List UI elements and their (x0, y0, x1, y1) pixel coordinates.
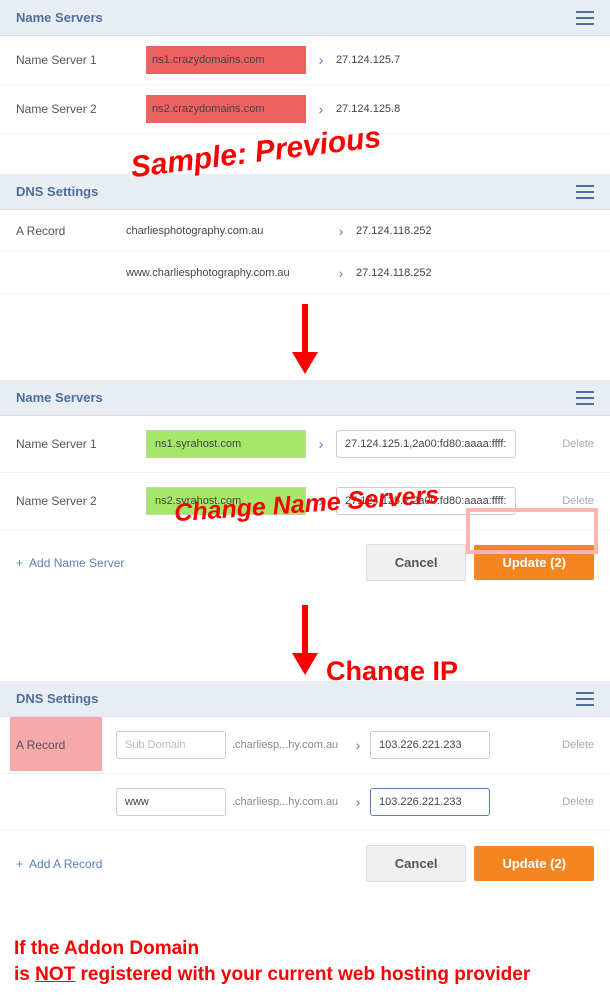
ip-value: 27.124.118.252 (356, 267, 432, 279)
row-label: Name Server 1 (16, 53, 146, 67)
chevron-right-icon[interactable]: › (346, 794, 370, 810)
footer-line1: If the Addon Domain (14, 938, 199, 959)
add-link-label: Add A Record (29, 857, 102, 871)
delete-link[interactable]: Delete (562, 739, 594, 751)
update-button[interactable]: Update (2) (474, 846, 594, 881)
menu-icon[interactable] (576, 11, 594, 25)
row-label: A Record (16, 738, 116, 752)
cancel-button[interactable]: Cancel (366, 544, 467, 581)
nameserver-ip-input[interactable] (336, 430, 516, 458)
row-label: Name Server 2 (16, 102, 146, 116)
nameserver-row: Name Server 2 ns2.crazydomains.com › 27.… (0, 85, 610, 134)
add-arecord-link[interactable]: + Add A Record (16, 857, 102, 871)
delete-link[interactable]: Delete (562, 438, 594, 450)
add-nameserver-link[interactable]: + Add Name Server (16, 556, 124, 570)
dns-row: www.charliesphotography.com.au › 27.124.… (0, 252, 610, 294)
ip-input[interactable] (370, 731, 490, 759)
dns-row: A Record .charliesp...hy.com.au › Delete (0, 717, 610, 774)
footer-line2a: is (14, 964, 35, 985)
row-label: Name Server 1 (16, 437, 146, 451)
arrow-down-icon (0, 595, 610, 681)
plus-icon: + (16, 556, 23, 570)
dns-panel-previous: DNS Settings A Record charliesphotograph… (0, 174, 610, 294)
dns-hostname: www.charliesphotography.com.au (126, 267, 326, 279)
nameservers-panel-edit: Name Servers Name Server 1 › Delete Name… (0, 380, 610, 595)
chevron-right-icon[interactable]: › (306, 101, 336, 117)
nameserver-row: Name Server 1 ns1.crazydomains.com › 27.… (0, 36, 610, 85)
chevron-right-icon[interactable]: › (306, 52, 336, 68)
panel-title: DNS Settings (16, 184, 98, 199)
nameserver-input[interactable] (146, 487, 306, 515)
ip-value: 27.124.118.252 (356, 225, 432, 237)
nameserver-row: Name Server 1 › Delete (0, 416, 610, 473)
footer-not: NOT (35, 964, 75, 985)
delete-link[interactable]: Delete (562, 796, 594, 808)
ip-input-wrap (336, 430, 516, 458)
domain-suffix: .charliesp...hy.com.au (226, 739, 346, 751)
panel-header: Name Servers (0, 380, 610, 416)
ip-input-wrap (370, 788, 490, 816)
update-button[interactable]: Update (2) (474, 545, 594, 580)
subdomain-input[interactable] (116, 731, 226, 759)
nameserver-input[interactable] (146, 430, 306, 458)
nameserver-input-wrap (146, 430, 306, 458)
panel-title: DNS Settings (16, 691, 98, 706)
dns-panel-edit: DNS Settings A Record .charliesp...hy.co… (0, 681, 610, 896)
panel-header: DNS Settings (0, 174, 610, 210)
actions-row: + Add Name Server Cancel Update (2) (0, 530, 610, 595)
chevron-right-icon[interactable]: › (326, 265, 356, 281)
footer-line2c: registered with your current web hosting… (75, 964, 530, 985)
chevron-right-icon[interactable]: › (306, 493, 336, 509)
dns-hostname: charliesphotography.com.au (126, 225, 326, 237)
nameserver-value: ns1.crazydomains.com (146, 46, 306, 74)
plus-icon: + (16, 857, 23, 871)
nameserver-row: Name Server 2 › Delete (0, 473, 610, 530)
arrow-down-icon (0, 294, 610, 380)
ip-value: 27.124.125.8 (336, 103, 400, 115)
ip-input-wrap (336, 487, 516, 515)
nameserver-value: ns2.crazydomains.com (146, 95, 306, 123)
add-link-label: Add Name Server (29, 556, 124, 570)
chevron-right-icon[interactable]: › (306, 436, 336, 452)
subdomain-input-wrap (116, 731, 226, 759)
ip-value: 27.124.125.7 (336, 54, 400, 66)
domain-suffix: .charliesp...hy.com.au (226, 796, 346, 808)
nameserver-ip-input[interactable] (336, 487, 516, 515)
panel-header: Name Servers (0, 0, 610, 36)
panel-title: Name Servers (16, 10, 103, 25)
footer-note: If the Addon Domain is NOT registered wi… (0, 896, 610, 1007)
panel-title: Name Servers (16, 390, 103, 405)
row-label: Name Server 2 (16, 494, 146, 508)
ip-input[interactable] (370, 788, 490, 816)
ip-input-wrap (370, 731, 490, 759)
delete-link[interactable]: Delete (562, 495, 594, 507)
nameserver-input-wrap (146, 487, 306, 515)
menu-icon[interactable] (576, 185, 594, 199)
actions-row: + Add A Record Cancel Update (2) (0, 831, 610, 896)
chevron-right-icon[interactable]: › (346, 737, 370, 753)
subdomain-input-wrap (116, 788, 226, 816)
chevron-right-icon[interactable]: › (326, 223, 356, 239)
cancel-button[interactable]: Cancel (366, 845, 467, 882)
dns-row: .charliesp...hy.com.au › Delete (0, 774, 610, 831)
dns-row: A Record charliesphotography.com.au › 27… (0, 210, 610, 252)
menu-icon[interactable] (576, 391, 594, 405)
menu-icon[interactable] (576, 692, 594, 706)
subdomain-input[interactable] (116, 788, 226, 816)
panel-header: DNS Settings (0, 681, 610, 717)
nameservers-panel-previous: Name Servers Name Server 1 ns1.crazydoma… (0, 0, 610, 134)
row-label: A Record (16, 224, 126, 238)
